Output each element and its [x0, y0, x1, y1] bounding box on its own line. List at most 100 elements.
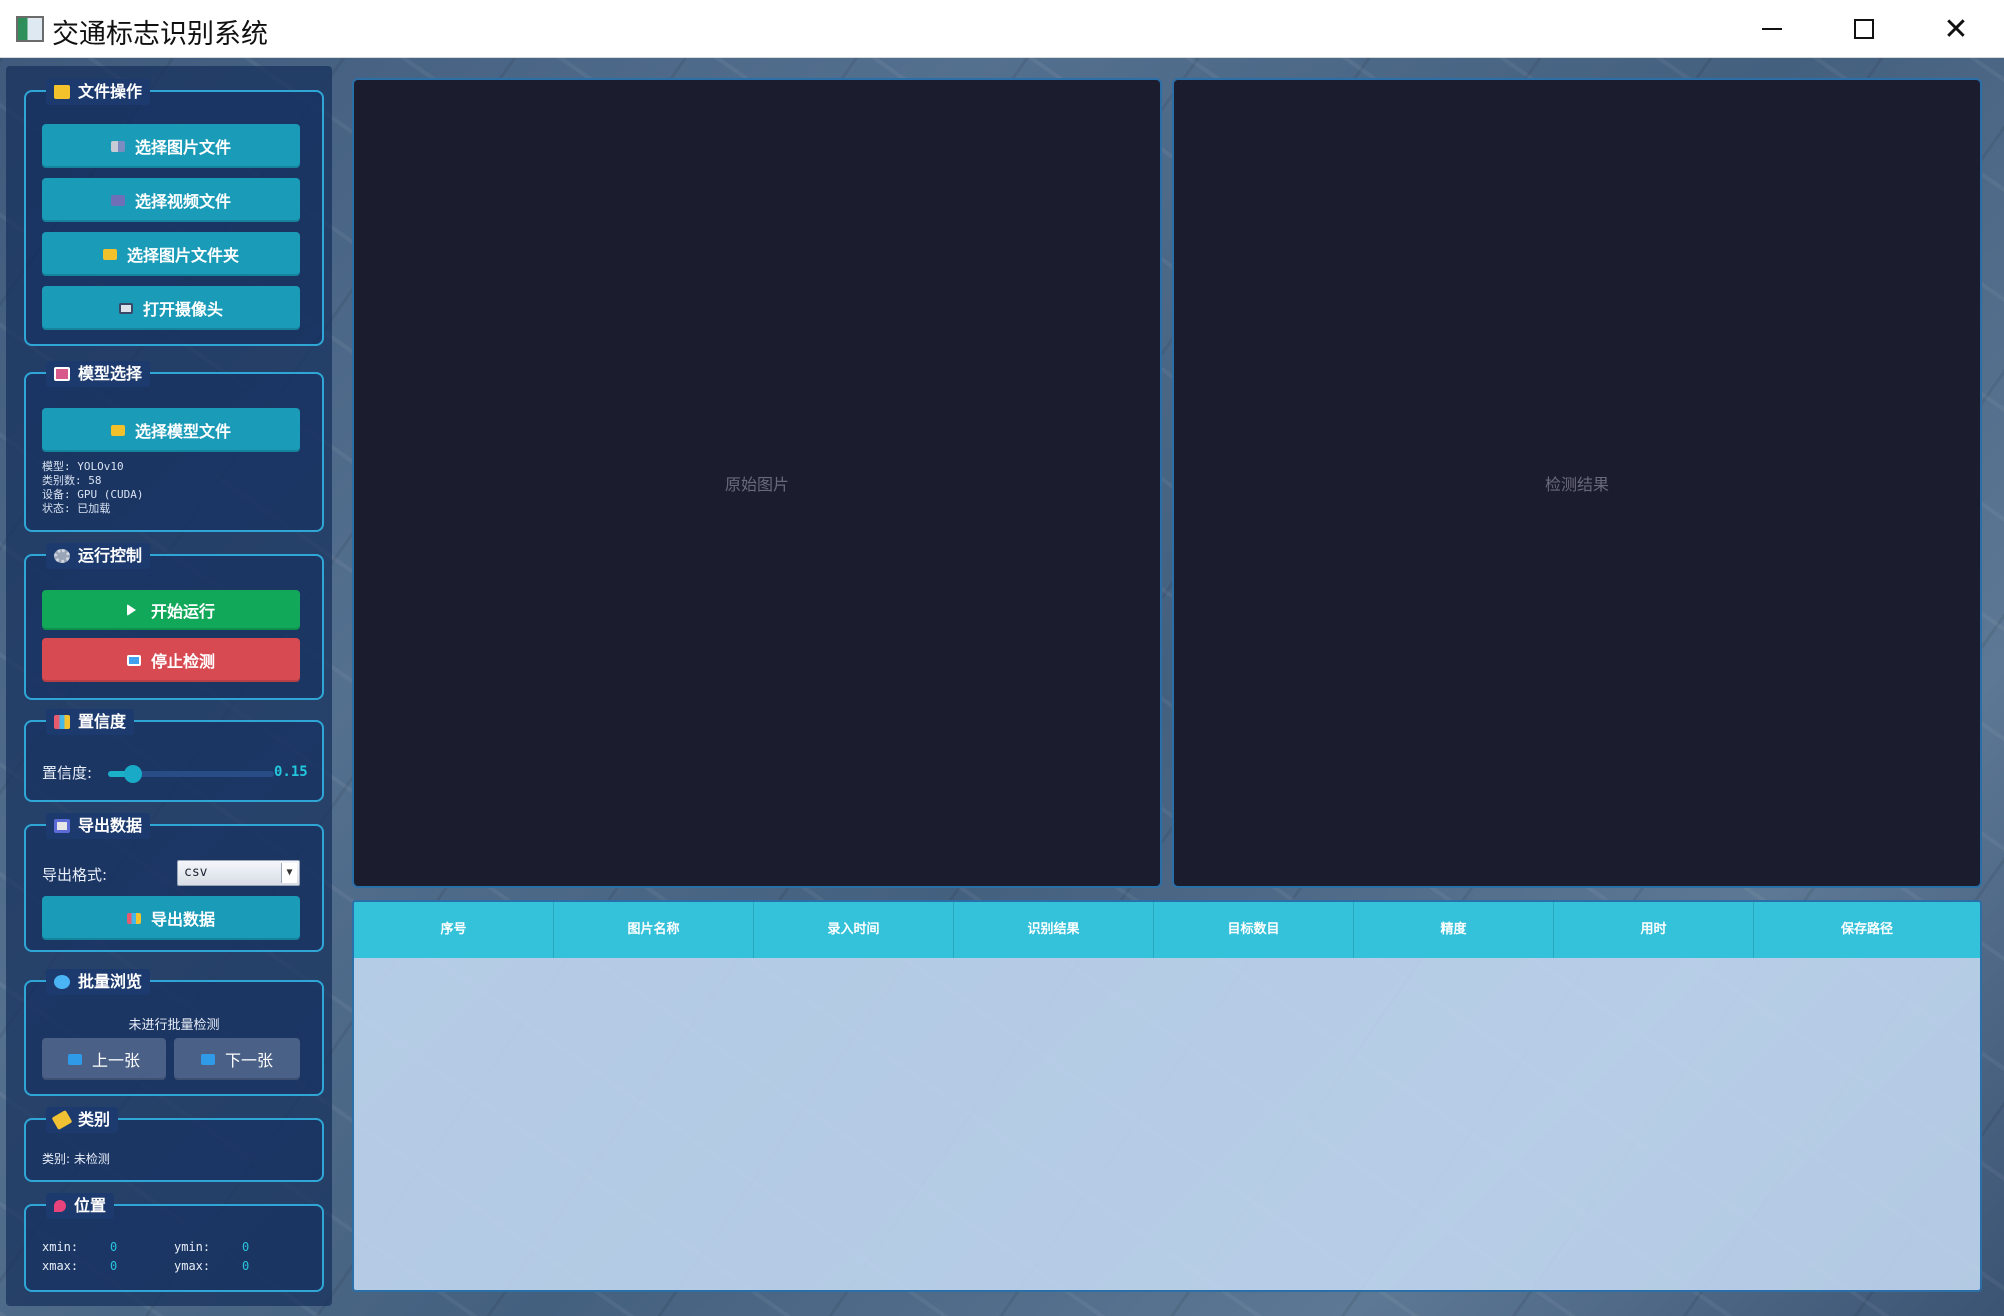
next-label: 下一张 — [224, 1051, 273, 1070]
table-body — [354, 958, 1980, 1290]
column-header-index[interactable]: 序号 — [354, 902, 554, 958]
original-image-placeholder: 原始图片 — [724, 475, 789, 494]
open-camera-button[interactable]: 打开摄像头 — [42, 286, 300, 330]
folder-icon — [54, 85, 70, 99]
confidence-title: 置信度 — [46, 709, 135, 735]
floppy-icon — [54, 819, 70, 833]
xmax-label: xmax: — [42, 1259, 79, 1273]
batch-label: 批量浏览 — [78, 972, 143, 991]
maximize-icon — [1854, 19, 1874, 39]
xmin-value: 0 — [110, 1240, 118, 1254]
confidence-field-label: 置信度: — [42, 764, 93, 782]
next-button[interactable]: 下一张 — [174, 1038, 300, 1080]
confidence-label: 置信度 — [78, 712, 127, 731]
confidence-value: 0.15 — [274, 764, 308, 780]
select-model-label: 选择模型文件 — [134, 422, 231, 441]
file-ops-group: 文件操作 选择图片文件 选择视频文件 选择图片文件夹 打开摄像头 — [24, 79, 324, 346]
position-title: 位置 — [46, 1193, 115, 1219]
model-label: 模型选择 — [78, 364, 143, 383]
select-image-label: 选择图片文件 — [134, 138, 231, 157]
column-header-image-name[interactable]: 图片名称 — [554, 902, 754, 958]
column-header-result[interactable]: 识别结果 — [954, 902, 1154, 958]
stop-label: 停止检测 — [150, 652, 215, 671]
model-info: 模型: YOLOv10 类别数: 58 设备: GPU (CUDA) 状态: 已… — [42, 460, 143, 516]
app-icon — [16, 16, 44, 42]
batch-status: 未进行批量检测 — [128, 1018, 220, 1033]
ymax-value: 0 — [242, 1259, 250, 1273]
image-icon — [110, 140, 125, 152]
result-image-panel: 检测结果 — [1172, 78, 1982, 888]
select-video-label: 选择视频文件 — [134, 192, 231, 211]
arrow-up-icon — [67, 1053, 82, 1065]
column-header-count[interactable]: 目标数目 — [1154, 902, 1354, 958]
select-video-button[interactable]: 选择视频文件 — [42, 178, 300, 222]
xmax-value: 0 — [110, 1259, 118, 1273]
gear-icon — [54, 549, 70, 563]
video-icon — [110, 194, 125, 206]
position-group: 位置 xmin: 0 ymin: 0 xmax: 0 ymax: 0 — [24, 1193, 324, 1292]
model-icon — [54, 367, 70, 381]
export-format-value: csv — [184, 865, 208, 880]
close-icon: ✕ — [1943, 11, 1969, 47]
maximize-button[interactable] — [1818, 0, 1910, 58]
stop-button[interactable]: 停止检测 — [42, 638, 300, 682]
ymin-value: 0 — [242, 1240, 250, 1254]
export-label: 导出数据 — [78, 816, 143, 835]
confidence-slider-handle[interactable] — [124, 765, 142, 783]
chart-icon — [54, 715, 70, 729]
select-image-button[interactable]: 选择图片文件 — [42, 124, 300, 168]
file-ops-label: 文件操作 — [78, 82, 143, 101]
arrow-down-icon — [200, 1053, 215, 1065]
select-folder-label: 选择图片文件夹 — [126, 246, 239, 265]
position-label: 位置 — [74, 1196, 107, 1215]
original-image-panel: 原始图片 — [352, 78, 1162, 888]
camera-icon — [118, 302, 133, 314]
confidence-group: 置信度 置信度: 0.15 — [24, 709, 324, 802]
prev-label: 上一张 — [91, 1051, 140, 1070]
ymin-label: ymin: — [174, 1240, 211, 1254]
category-value: 类别: 未检测 — [42, 1152, 110, 1166]
tag-icon — [51, 1109, 73, 1131]
select-model-button[interactable]: 选择模型文件 — [42, 408, 300, 452]
model-device: 设备: GPU (CUDA) — [42, 488, 144, 501]
export-format-select[interactable]: csv ▼ — [177, 860, 300, 886]
chevron-down-icon[interactable]: ▼ — [281, 863, 297, 883]
export-group: 导出数据 导出格式: csv ▼ 导出数据 — [24, 813, 324, 952]
start-label: 开始运行 — [150, 602, 215, 621]
file-ops-title: 文件操作 — [46, 79, 151, 105]
select-folder-button[interactable]: 选择图片文件夹 — [42, 232, 300, 276]
export-title: 导出数据 — [46, 813, 151, 839]
pin-icon — [54, 1200, 66, 1212]
xmin-label: xmin: — [42, 1240, 79, 1254]
category-title: 类别 — [46, 1107, 119, 1133]
ymax-label: ymax: — [174, 1259, 211, 1273]
play-icon — [126, 604, 141, 616]
folder-icon — [102, 248, 117, 260]
model-class-count: 类别数: 58 — [42, 474, 102, 487]
open-camera-label: 打开摄像头 — [142, 300, 223, 319]
results-table: 序号 图片名称 录入时间 识别结果 目标数目 精度 用时 保存路径 — [352, 900, 1982, 1292]
window-title: 交通标志识别系统 — [52, 19, 268, 50]
model-status: 状态: 已加载 — [42, 502, 111, 515]
prev-button[interactable]: 上一张 — [42, 1038, 166, 1080]
batch-group: 批量浏览 未进行批量检测 上一张 下一张 — [24, 969, 324, 1096]
result-image-placeholder: 检测结果 — [1544, 475, 1609, 494]
export-button[interactable]: 导出数据 — [42, 896, 300, 940]
column-header-accuracy[interactable]: 精度 — [1354, 902, 1554, 958]
start-button[interactable]: 开始运行 — [42, 590, 300, 630]
column-header-save-path[interactable]: 保存路径 — [1754, 902, 1980, 958]
folder-icon — [110, 424, 125, 436]
close-button[interactable]: ✕ — [1910, 0, 2002, 58]
column-header-duration[interactable]: 用时 — [1554, 902, 1754, 958]
search-icon — [54, 975, 70, 989]
batch-title: 批量浏览 — [46, 969, 151, 995]
control-panel: 文件操作 选择图片文件 选择视频文件 选择图片文件夹 打开摄像头 模型选择 选择… — [6, 66, 332, 1306]
export-button-label: 导出数据 — [150, 910, 215, 929]
run-control-label: 运行控制 — [78, 546, 143, 565]
chart-icon — [126, 912, 141, 924]
minimize-button[interactable] — [1726, 0, 1818, 58]
run-control-group: 运行控制 开始运行 停止检测 — [24, 543, 324, 700]
column-header-time[interactable]: 录入时间 — [754, 902, 954, 958]
category-group: 类别 类别: 未检测 — [24, 1107, 324, 1182]
confidence-slider[interactable] — [108, 765, 274, 783]
